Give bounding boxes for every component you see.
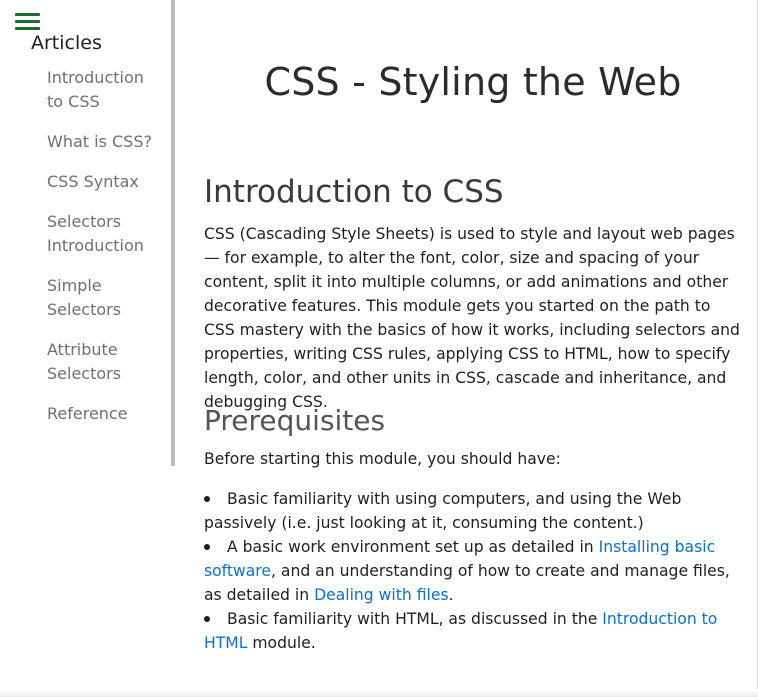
bullet-icon	[204, 544, 210, 550]
sidebar-item-attribute-selectors[interactable]: Attribute Selectors	[47, 338, 165, 386]
hamburger-bar	[15, 13, 40, 16]
prerequisites-lead: Before starting this module, you should …	[204, 450, 561, 468]
list-item: A basic work environment set up as detai…	[204, 535, 746, 607]
list-item: Basic familiarity with HTML, as discusse…	[204, 607, 746, 655]
prerequisites-heading: Prerequisites	[204, 404, 386, 437]
sidebar-nav: Introduction to CSS What is CSS? CSS Syn…	[47, 66, 165, 442]
sidebar-item-what-is-css[interactable]: What is CSS?	[47, 130, 165, 154]
sidebar-item-reference[interactable]: Reference	[47, 402, 165, 426]
sidebar-heading: Articles	[31, 32, 102, 54]
sidebar-item-css-syntax[interactable]: CSS Syntax	[47, 170, 165, 194]
sidebar-item-introduction-to-css[interactable]: Introduction to CSS	[47, 66, 165, 114]
sidebar: Articles Introduction to CSS What is CSS…	[0, 0, 172, 466]
bullet-icon	[204, 616, 210, 622]
prereq-text: , and an understanding of how to create …	[204, 562, 730, 604]
prereq-text: Basic familiarity with HTML, as discusse…	[227, 610, 603, 628]
hamburger-menu-icon[interactable]	[15, 13, 40, 33]
list-item: Basic familiarity with using computers, …	[204, 487, 746, 535]
hamburger-bar	[15, 20, 40, 23]
prereq-text: A basic work environment set up as detai…	[227, 538, 599, 556]
prereq-text: Basic familiarity with using computers, …	[204, 490, 682, 532]
hamburger-bar	[15, 27, 40, 30]
intro-heading: Introduction to CSS	[204, 174, 504, 210]
bullet-icon	[204, 496, 210, 502]
sidebar-divider	[171, 0, 175, 466]
window-bottom-edge	[0, 689, 758, 697]
sidebar-item-selectors-introduction[interactable]: Selectors Introduction	[47, 210, 165, 258]
prereq-text: .	[448, 586, 454, 604]
page: Articles Introduction to CSS What is CSS…	[0, 0, 758, 697]
sidebar-item-simple-selectors[interactable]: Simple Selectors	[47, 274, 165, 322]
page-title: CSS - Styling the Web	[264, 60, 682, 104]
dealing-with-files-link[interactable]: Dealing with files	[314, 586, 448, 604]
prereq-text: module.	[247, 634, 316, 652]
intro-paragraph: CSS (Cascading Style Sheets) is used to …	[204, 225, 740, 411]
prerequisites-list: Basic familiarity with using computers, …	[204, 487, 746, 655]
